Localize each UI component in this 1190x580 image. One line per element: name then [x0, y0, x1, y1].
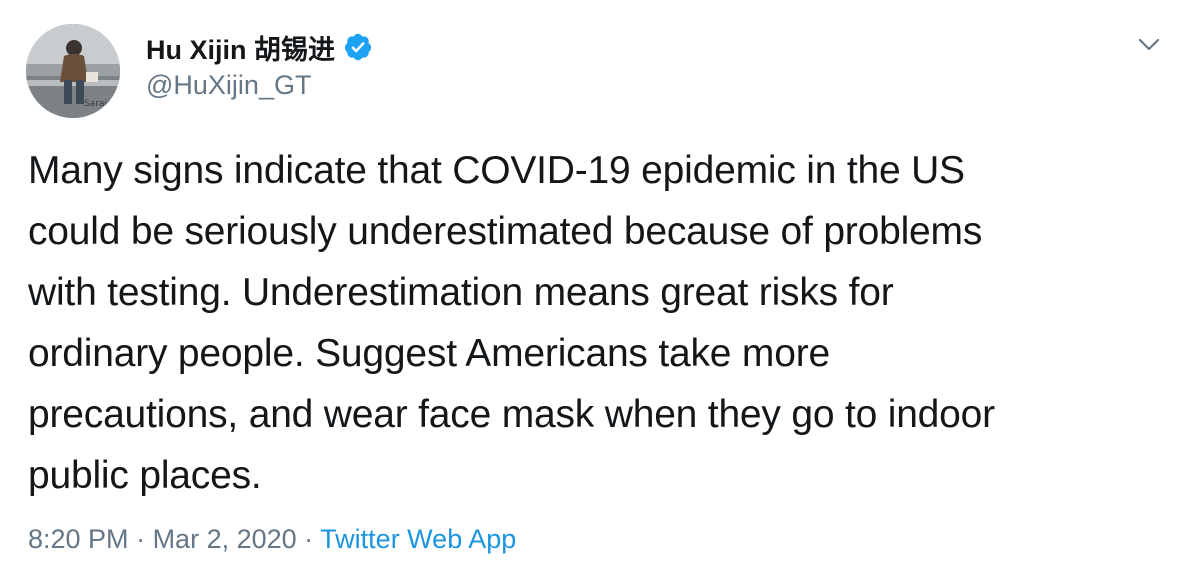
- avatar-caption: Sarajev: [84, 99, 118, 109]
- tweet-meta: 8:20 PM · Mar 2, 2020 · Twitter Web App: [28, 524, 516, 555]
- tweet-text-line: could be seriously underestimated becaus…: [28, 210, 983, 253]
- tweet-date[interactable]: Mar 2, 2020: [153, 524, 297, 554]
- meta-separator: ·: [128, 524, 153, 554]
- tweet-text-line: Many signs indicate that COVID-19 epidem…: [28, 149, 965, 192]
- tweet-source-link[interactable]: Twitter Web App: [320, 524, 516, 554]
- author-display-name[interactable]: Hu Xijin 胡锡进: [146, 28, 335, 67]
- chevron-down-icon[interactable]: [1135, 30, 1163, 58]
- tweet-text-line: public places.: [28, 454, 262, 497]
- tweet-text-line: ordinary people. Suggest Americans take …: [28, 332, 830, 375]
- tweet-text: Many signs indicate that COVID-19 epidem…: [28, 140, 1168, 506]
- display-name-row: Hu Xijin 胡锡进: [146, 28, 373, 67]
- verified-badge-icon: [343, 32, 373, 62]
- tweet-text-line: precautions, and wear face mask when the…: [28, 393, 995, 436]
- author-handle[interactable]: @HuXijin_GT: [146, 70, 373, 101]
- author-block: Hu Xijin 胡锡进 @HuXijin_GT: [146, 30, 373, 101]
- tweet-card: Sarajev Hu Xijin 胡锡进 @HuXijin_GT Many si…: [0, 0, 1190, 580]
- avatar[interactable]: Sarajev: [26, 24, 120, 118]
- avatar-photo: Sarajev: [26, 24, 120, 118]
- tweet-text-line: with testing. Underestimation means grea…: [28, 271, 894, 314]
- meta-separator: ·: [296, 524, 321, 554]
- tweet-time[interactable]: 8:20 PM: [28, 524, 129, 554]
